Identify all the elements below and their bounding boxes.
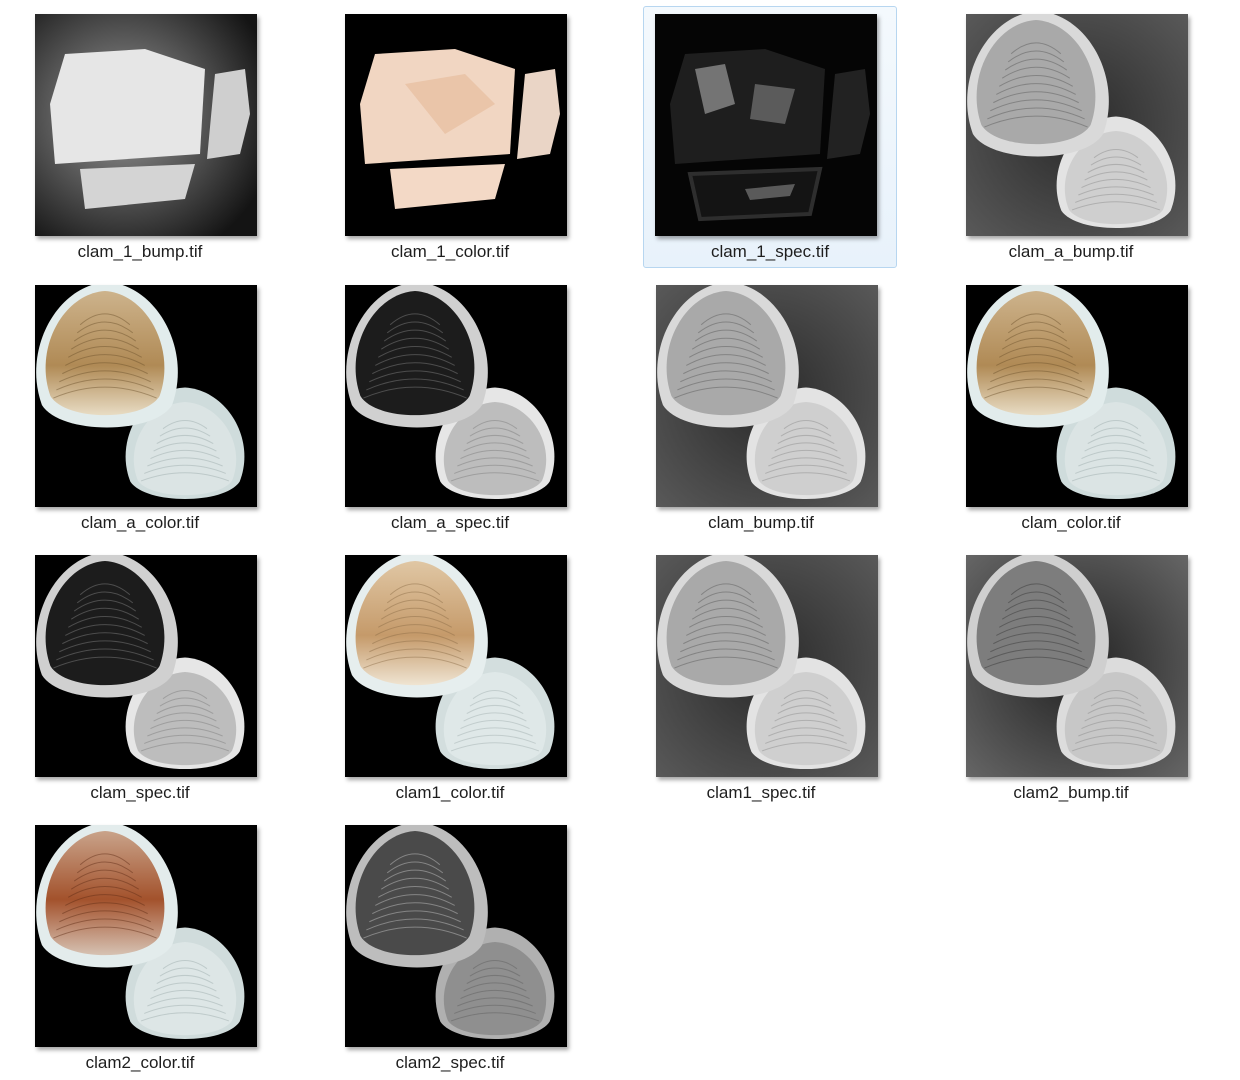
file-name: clam_1_bump.tif <box>77 242 203 261</box>
image-thumbnail-icon <box>345 14 567 236</box>
image-thumbnail-icon <box>35 555 257 777</box>
image-thumbnail-icon <box>656 555 878 777</box>
file-tile[interactable]: clam_bump.tif <box>634 277 888 539</box>
file-name: clam2_spec.tif <box>395 1053 505 1072</box>
file-tile[interactable]: clam_a_spec.tif <box>323 277 577 539</box>
file-name: clam_spec.tif <box>90 783 190 802</box>
file-tile[interactable]: clam2_color.tif <box>13 817 267 1079</box>
file-tile[interactable]: clam_1_color.tif <box>323 6 577 268</box>
file-name: clam_1_color.tif <box>390 242 510 261</box>
image-thumbnail-icon <box>345 555 567 777</box>
file-name: clam1_spec.tif <box>706 783 816 802</box>
image-thumbnail-icon <box>966 14 1188 236</box>
image-thumbnail-icon <box>345 285 567 507</box>
file-name: clam_a_bump.tif <box>1008 242 1134 261</box>
file-tile[interactable]: clam_color.tif <box>944 277 1198 539</box>
image-thumbnail-icon <box>35 285 257 507</box>
image-thumbnail-icon <box>966 555 1188 777</box>
image-thumbnail-icon <box>656 285 878 507</box>
file-tile[interactable]: clam_1_spec.tif <box>643 6 897 268</box>
file-name: clam2_bump.tif <box>1013 783 1129 802</box>
file-grid: clam_1_bump.tif clam_1_color.tif clam_1_… <box>0 0 1240 1080</box>
file-name: clam_a_color.tif <box>80 513 200 532</box>
file-tile[interactable]: clam1_spec.tif <box>634 547 888 809</box>
file-tile[interactable]: clam1_color.tif <box>323 547 577 809</box>
file-name: clam_color.tif <box>1021 513 1121 532</box>
image-thumbnail-icon <box>35 14 257 236</box>
file-tile[interactable]: clam_a_color.tif <box>13 277 267 539</box>
file-tile[interactable]: clam_a_bump.tif <box>944 6 1198 268</box>
file-name: clam1_color.tif <box>395 783 505 802</box>
file-name: clam_1_spec.tif <box>710 242 830 261</box>
file-name: clam2_color.tif <box>85 1053 195 1072</box>
image-thumbnail-icon <box>655 14 877 236</box>
file-name: clam_a_spec.tif <box>390 513 510 532</box>
image-thumbnail-icon <box>345 825 567 1047</box>
image-thumbnail-icon <box>966 285 1188 507</box>
file-tile[interactable]: clam2_spec.tif <box>323 817 577 1079</box>
file-name: clam_bump.tif <box>708 513 814 532</box>
file-tile[interactable]: clam2_bump.tif <box>944 547 1198 809</box>
image-thumbnail-icon <box>35 825 257 1047</box>
file-tile[interactable]: clam_spec.tif <box>13 547 267 809</box>
file-tile[interactable]: clam_1_bump.tif <box>13 6 267 268</box>
